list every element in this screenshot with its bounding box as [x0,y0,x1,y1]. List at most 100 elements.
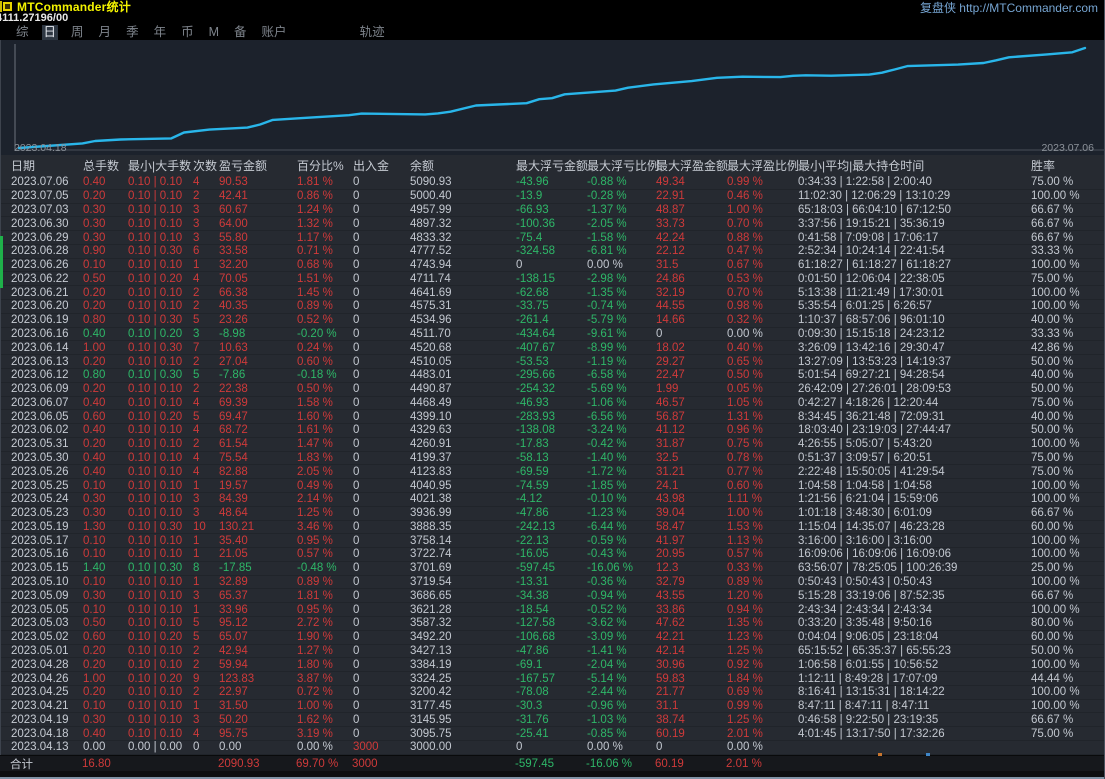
table-row[interactable]: 2023.04.25 0.20 0.10 | 0.10 2 22.97 0.72 % 0 32… [1,686,1104,700]
table-row[interactable]: 2023.07.06 0.40 0.10 | 0.10 4 90.53 1.81 % 0 50… [1,176,1104,190]
menu-item-币[interactable]: 币 [179,25,196,40]
cell: 4:01:45 | 13:17:50 | 17:32:26 [798,727,945,740]
table-row[interactable]: 2023.06.26 0.10 0.10 | 0.10 1 32.20 0.68 % 0 47… [1,259,1104,273]
table-row[interactable]: 2023.06.09 0.20 0.10 | 0.10 2 22.38 0.50 % 0 44… [1,383,1104,397]
menu-item-月[interactable]: 月 [97,25,114,40]
table-row[interactable]: 2023.04.21 0.10 0.10 | 0.10 1 31.50 1.00 % 0 31… [1,700,1104,714]
table-row[interactable]: 2023.04.26 1.00 0.10 | 0.20 9 123.83 3.87 % 0 3… [1,672,1104,686]
table-row[interactable]: 2023.04.28 0.20 0.10 | 0.10 2 59.94 1.80 % 0 33… [1,658,1104,673]
total-cell: 2.01 % [726,758,762,770]
table-row[interactable]: 2023.05.05 0.10 0.10 | 0.10 1 33.96 0.95 % 0 36… [1,603,1104,617]
table-row[interactable]: 2023.07.03 0.30 0.10 | 0.10 3 60.67 1.24 % 0 49… [1,204,1104,218]
cell: 0.40 [83,396,106,409]
cell: 84.39 [219,493,248,506]
cell: 1 [193,259,200,272]
cell: 100.00 % [1031,603,1080,616]
cell: 130.21 [219,520,255,533]
cell: 58.47 [656,520,685,533]
cell: 5 [193,631,200,644]
cell: 31.1 [656,700,679,713]
cell: 5090.93 [410,176,452,189]
table-row[interactable]: 2023.06.16 0.40 0.10 | 0.20 3 -8.98 -0.20 % 0 4… [1,328,1104,342]
cell: 1 [193,534,200,547]
cell: 2023.07.05 [11,190,69,203]
menu-item-备[interactable]: 备 [232,25,249,40]
cell: 0.40 [83,452,106,465]
cell: 3:26:09 | 13:42:16 | 29:30:47 [798,341,945,354]
cell: 0.10 [83,259,106,272]
cell: 5:15:28 | 33:19:06 | 87:52:35 [798,589,945,602]
table-row[interactable]: 2023.06.19 0.80 0.10 | 0.30 5 23.26 0.52 % 0 45… [1,314,1104,328]
cell: 5:01:54 | 69:27:21 | 94:28:54 [798,369,945,382]
table-row[interactable]: 2023.05.01 0.20 0.10 | 0.10 2 42.94 1.27 % 0 34… [1,645,1104,659]
table-row[interactable]: 2023.05.31 0.20 0.10 | 0.10 2 61.54 1.47 % 0 42… [1,438,1104,452]
table-row[interactable]: 2023.06.14 1.00 0.10 | 0.30 7 10.63 0.24 % 0 45… [1,341,1104,356]
table-row[interactable]: 2023.06.21 0.20 0.10 | 0.10 2 66.38 1.45 % 0 46… [1,286,1104,301]
table-row[interactable]: 2023.05.09 0.30 0.10 | 0.10 3 65.37 1.81 % 0 36… [1,589,1104,604]
cell: 1.11 % [727,493,762,506]
table-row[interactable]: 2023.06.22 0.50 0.10 | 0.20 4 70.05 1.51 % 0 47… [1,272,1104,287]
cell: 100.00 % [1031,438,1080,451]
table-row[interactable]: 2023.06.29 0.30 0.10 | 0.10 3 55.80 1.17 % 0 48… [1,231,1104,245]
table-row[interactable]: 2023.05.15 1.40 0.10 | 0.30 8 -17.85 -0.48 % 0… [1,562,1104,576]
table-row[interactable]: 2023.04.13 0.00 0.00 | 0.00 0 0.00 0.00 % 3000… [1,741,1104,755]
cell: 0 [516,259,523,272]
cell: -2.98 % [587,272,627,285]
table-row[interactable]: 2023.06.20 0.20 0.10 | 0.10 2 40.35 0.89 % 0 45… [1,300,1104,314]
cell: 2023.04.21 [11,700,69,713]
cell: -9.61 % [587,327,627,340]
cell: 3936.99 [410,507,452,520]
table-row[interactable]: 2023.05.23 0.30 0.10 | 0.10 3 48.64 1.25 % 0 39… [1,507,1104,521]
stats-table-body: 2023.07.06 0.40 0.10 | 0.10 4 90.53 1.81 % 0 50… [0,176,1104,755]
table-row[interactable]: 2023.04.19 0.30 0.10 | 0.10 3 50.20 1.62 % 0 31… [1,713,1104,728]
cell: 3.87 % [297,672,333,685]
table-row[interactable]: 2023.05.19 1.30 0.10 | 0.30 10 130.21 3.46 % 0… [1,521,1104,535]
table-row[interactable]: 2023.04.18 0.40 0.10 | 0.10 4 95.75 3.19 % 0 30… [1,727,1104,742]
cell: 33.58 [219,245,248,258]
table-row[interactable]: 2023.06.13 0.20 0.10 | 0.10 2 27.04 0.60 % 0 45… [1,355,1104,369]
menu-item-日[interactable]: 日 [41,25,59,40]
menu-item-账户[interactable]: 账户 [260,25,289,40]
menu-item-季[interactable]: 季 [124,25,141,40]
table-row[interactable]: 2023.06.28 0.90 0.10 | 0.30 6 33.58 0.71 % 0 47… [1,245,1104,259]
table-row[interactable]: 2023.06.05 0.60 0.10 | 0.20 5 69.47 1.60 % 0 43… [1,410,1104,425]
table-row[interactable]: 2023.06.07 0.40 0.10 | 0.10 4 69.39 1.58 % 0 44… [1,397,1104,411]
table-row[interactable]: 2023.05.25 0.10 0.10 | 0.10 1 19.57 0.49 % 0 40… [1,479,1104,493]
cell: -3.24 % [587,424,627,437]
table-row[interactable]: 2023.05.26 0.40 0.10 | 0.10 4 82.88 2.05 % 0 41… [1,465,1104,480]
table-row[interactable]: 2023.05.10 0.10 0.10 | 0.10 1 32.89 0.89 % 0 37… [1,576,1104,590]
table-row[interactable]: 2023.07.05 0.20 0.10 | 0.10 2 42.41 0.86 % 0 50… [1,190,1104,204]
cell: 0 [516,741,523,754]
cell: 0.78 % [727,452,763,465]
cell: -242.13 [516,520,556,533]
table-row[interactable]: 2023.06.12 0.80 0.10 | 0.30 5 -7.86 -0.18 % 0 4… [1,369,1104,383]
menu-item-综[interactable]: 综 [14,25,31,40]
cell: 1.27 % [297,644,333,657]
cell: 5:13:38 | 11:21:49 | 17:30:01 [798,286,944,299]
table-row[interactable]: 2023.05.24 0.30 0.10 | 0.10 3 84.39 2.14 % 0 40… [1,493,1104,507]
cell: 4021.38 [410,493,452,506]
table-row[interactable]: 2023.05.16 0.10 0.10 | 0.10 1 21.05 0.57 % 0 37… [1,548,1104,562]
brand-link[interactable]: 复盘侠 http://MTCommander.com [920,1,1098,15]
cell: 0:09:30 | 15:15:18 | 24:23:12 [798,327,945,340]
cell: -25.41 [516,727,549,740]
table-row[interactable]: 2023.05.03 0.50 0.10 | 0.10 5 95.12 2.72 % 0 35… [1,617,1104,631]
equity-chart-canvas [14,44,1105,151]
table-row[interactable]: 2023.06.02 0.40 0.10 | 0.10 4 68.72 1.61 % 0 43… [1,424,1104,438]
cell: 4399.10 [410,410,452,423]
cell: -1.19 % [587,355,627,368]
cell: -0.36 % [587,576,627,589]
table-row[interactable]: 2023.05.30 0.40 0.10 | 0.10 4 75.54 1.83 % 0 41… [1,452,1104,466]
cell: -261.4 [516,314,549,327]
menu-item-年[interactable]: 年 [152,25,169,40]
cell: 2023.05.31 [11,438,69,451]
menu-item-轨迹[interactable]: 轨迹 [358,25,387,40]
table-row[interactable]: 2023.06.30 0.30 0.10 | 0.10 3 64.00 1.32 % 0 48… [1,217,1104,232]
menu-item-周[interactable]: 周 [69,25,86,40]
cell: 19.57 [219,479,248,492]
cell: 30.96 [656,658,685,671]
table-row[interactable]: 2023.05.17 0.10 0.10 | 0.10 1 35.40 0.95 % 0 37… [1,534,1104,549]
cell: 0.46 % [727,190,763,203]
menu-item-M[interactable]: M [207,25,221,40]
table-row[interactable]: 2023.05.02 0.60 0.10 | 0.20 5 65.07 1.90 % 0 34… [1,631,1104,645]
